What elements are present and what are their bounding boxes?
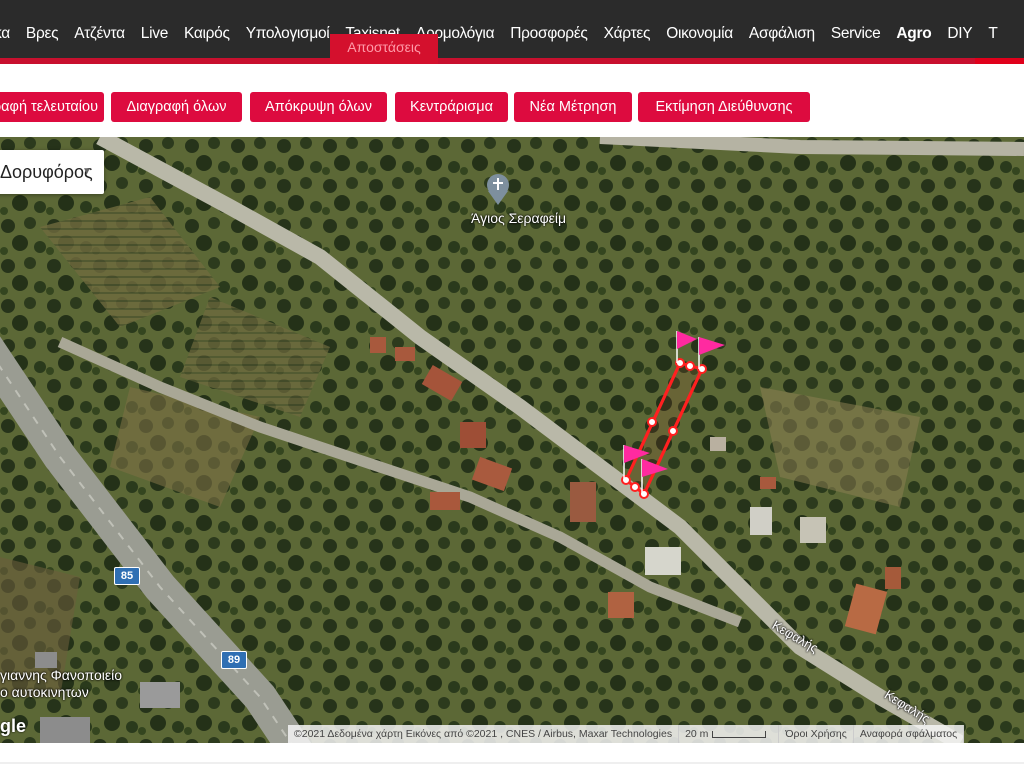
top-navigation: κα Βρες Ατζέντα Live Καιρός Υπολογισμοί …: [0, 0, 1024, 64]
estimate-address-button[interactable]: Εκτίμηση Διεύθυνσης: [638, 92, 810, 122]
nav-item-diy[interactable]: DIY: [939, 22, 980, 46]
business-label-line1: γιαννης Φανοποιείο: [0, 667, 122, 683]
delete-last-button[interactable]: Διαγραφή τελευταίου: [0, 92, 104, 122]
google-logo: gle: [0, 716, 27, 736]
highway-shield: 85: [114, 567, 140, 585]
scale-bar: [712, 730, 767, 738]
highway-shield: 89: [221, 651, 247, 669]
nav-underline: [0, 58, 1024, 64]
business-label[interactable]: γιαννης Φανοποιείο ο αυτοκινητων: [0, 667, 122, 701]
hide-all-button[interactable]: Απόκρυψη όλων: [250, 92, 387, 122]
map-type-label: Δορυφόρος: [0, 162, 93, 182]
new-measurement-button[interactable]: Νέα Μέτρηση: [514, 92, 632, 122]
nav-item-economy[interactable]: Οικονομία: [658, 22, 741, 46]
nav-underline-right: [975, 58, 1024, 64]
nav-item-service[interactable]: Service: [823, 22, 889, 46]
nav-item-agro[interactable]: Agro: [888, 22, 939, 46]
attribution-text: ©2021 Δεδομένα χάρτη Εικόνες από ©2021 ,…: [288, 725, 680, 743]
scale-label: 20 m: [685, 728, 709, 740]
map-scale[interactable]: 20 m: [679, 725, 780, 743]
nav-item-weather[interactable]: Καιρός: [176, 22, 238, 46]
chevron-down-icon: ▼: [82, 166, 92, 177]
tab-distances[interactable]: Αποστάσεις: [330, 34, 438, 64]
page-bottom: [0, 743, 1024, 768]
tab-distances-label: Αποστάσεις: [347, 39, 421, 55]
nav-list: κα Βρες Ατζέντα Live Καιρός Υπολογισμοί …: [0, 22, 1006, 46]
report-error-link[interactable]: Αναφορά σφάλματος: [854, 725, 965, 743]
delete-all-button[interactable]: Διαγραφή όλων: [111, 92, 242, 122]
business-label-line2: ο αυτοκινητων: [0, 684, 89, 700]
nav-item-calculations[interactable]: Υπολογισμοί: [238, 22, 338, 46]
nav-item-t[interactable]: T: [980, 22, 1005, 46]
nav-item-insurance[interactable]: Ασφάλιση: [741, 22, 823, 46]
nav-item-ka[interactable]: κα: [0, 22, 18, 46]
center-button[interactable]: Κεντράρισμα: [395, 92, 508, 122]
terms-link[interactable]: Όροι Χρήσης: [779, 725, 854, 743]
poi-label[interactable]: Άγιος Σεραφείμ: [471, 210, 566, 226]
map-attribution-bar: ©2021 Δεδομένα χάρτη Εικόνες από ©2021 ,…: [288, 725, 965, 743]
map-imagery: [0, 137, 1024, 743]
nav-item-maps[interactable]: Χάρτες: [596, 22, 659, 46]
nav-item-live[interactable]: Live: [133, 22, 176, 46]
page-divider: [0, 762, 1024, 764]
nav-item-vres[interactable]: Βρες: [18, 22, 66, 46]
map-type-dropdown[interactable]: Δορυφόρος ▼: [0, 150, 104, 194]
measure-toolbar: Διαγραφή τελευταίου Διαγραφή όλων Απόκρυ…: [0, 90, 1024, 124]
nav-item-agenda[interactable]: Ατζέντα: [66, 22, 133, 46]
satellite-map[interactable]: Δορυφόρος ▼ Άγιος Σεραφείμ Κεφαλής Κεφαλ…: [0, 137, 1024, 743]
nav-item-offers[interactable]: Προσφορές: [502, 22, 595, 46]
